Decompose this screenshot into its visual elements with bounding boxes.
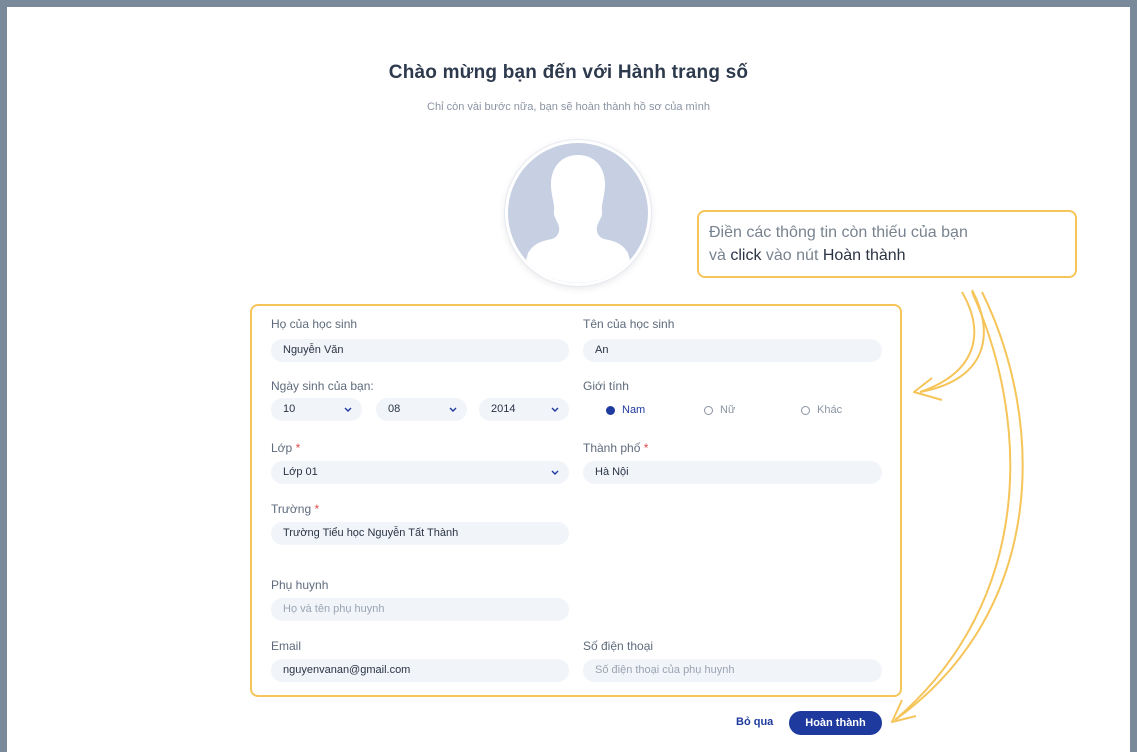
school-label: Trường * bbox=[271, 502, 320, 516]
instruction-callout: Điền các thông tin còn thiếu của bạn và … bbox=[697, 210, 1077, 278]
required-mark: * bbox=[295, 441, 301, 455]
chevron-down-icon bbox=[549, 461, 561, 484]
radio-selected-icon bbox=[606, 405, 615, 415]
gender-option-male[interactable]: Nam bbox=[606, 404, 645, 416]
last-name-input[interactable]: Nguyễn Văn bbox=[271, 339, 569, 362]
gender-option-label: Nữ bbox=[720, 404, 736, 416]
done-button[interactable]: Hoàn thành bbox=[789, 711, 882, 735]
school-input[interactable]: Trường Tiểu học Nguyễn Tất Thành bbox=[271, 522, 569, 545]
callout-button-word: Hoàn thành bbox=[822, 247, 906, 264]
parent-name-input[interactable]: Họ và tên phụ huynh bbox=[271, 598, 569, 621]
callout-line-2: và click vào nút Hoàn thành bbox=[709, 244, 1065, 267]
dob-month-select[interactable]: 08 bbox=[376, 398, 467, 421]
gender-option-label: Khác bbox=[817, 404, 843, 416]
dob-year-value: 2014 bbox=[491, 403, 516, 415]
email-label: Email bbox=[271, 639, 302, 653]
required-mark: * bbox=[314, 502, 320, 516]
page-subtitle: Chỉ còn vài bước nữa, bạn sẽ hoàn thành … bbox=[427, 101, 710, 113]
dob-year-select[interactable]: 2014 bbox=[479, 398, 569, 421]
first-name-label: Tên của học sinh bbox=[583, 317, 675, 331]
city-input[interactable]: Hà Nội bbox=[583, 461, 882, 484]
skip-button[interactable]: Bỏ qua bbox=[736, 716, 773, 728]
radio-empty-icon bbox=[704, 405, 713, 415]
radio-empty-icon bbox=[801, 405, 810, 415]
dob-day-value: 10 bbox=[283, 403, 296, 415]
gender-option-label: Nam bbox=[622, 404, 646, 416]
parent-label: Phụ huynh bbox=[271, 578, 329, 592]
last-name-label: Họ của học sinh bbox=[271, 317, 358, 331]
first-name-input[interactable]: An bbox=[583, 339, 882, 362]
gender-option-female[interactable]: Nữ bbox=[704, 404, 735, 416]
arrow-to-done-button bbox=[891, 291, 1024, 723]
class-value: Lớp 01 bbox=[283, 466, 318, 478]
chevron-down-icon bbox=[342, 398, 354, 421]
phone-input[interactable]: Số điện thoại của phụ huynh bbox=[583, 659, 882, 682]
chevron-down-icon bbox=[447, 398, 459, 421]
email-field[interactable]: nguyenvanan@gmail.com bbox=[271, 659, 569, 682]
city-label: Thành phố * bbox=[583, 441, 649, 455]
callout-line-1: Điền các thông tin còn thiếu của bạn bbox=[709, 224, 968, 241]
dob-month-value: 08 bbox=[388, 403, 401, 415]
dob-label: Ngày sinh của bạn: bbox=[271, 379, 374, 393]
required-mark: * bbox=[643, 441, 649, 455]
arrow-to-form bbox=[913, 289, 985, 401]
form-highlight-box bbox=[250, 304, 902, 697]
window-frame-top bbox=[0, 0, 1137, 7]
person-silhouette-icon bbox=[520, 155, 636, 283]
avatar[interactable] bbox=[505, 140, 651, 286]
callout-text: vào nút bbox=[761, 247, 823, 264]
callout-click-word: click bbox=[730, 247, 762, 264]
dob-day-select[interactable]: 10 bbox=[271, 398, 362, 421]
callout-text: và bbox=[709, 247, 731, 264]
phone-label: Số điện thoại bbox=[583, 639, 654, 653]
class-label: Lớp * bbox=[271, 441, 301, 455]
gender-option-other[interactable]: Khác bbox=[801, 404, 842, 416]
chevron-down-icon bbox=[549, 398, 561, 421]
gender-label: Giới tính bbox=[583, 379, 629, 393]
page-title: Chào mừng bạn đến với Hành trang số bbox=[388, 62, 749, 83]
class-select[interactable]: Lớp 01 bbox=[271, 461, 569, 484]
